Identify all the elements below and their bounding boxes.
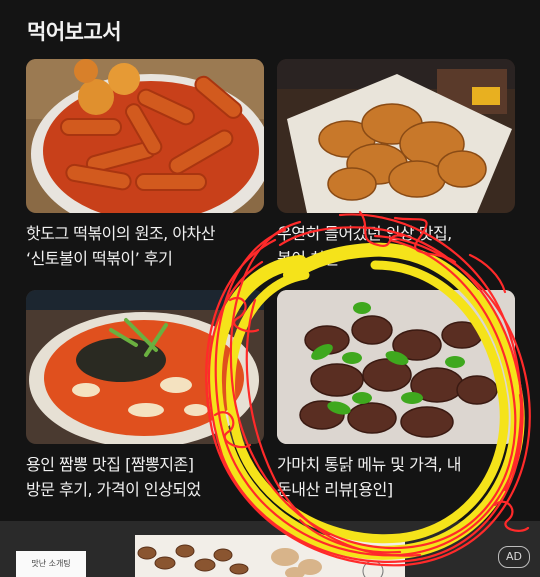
article-thumbnail[interactable] (277, 290, 515, 444)
ad-badge[interactable]: AD (498, 546, 530, 568)
article-thumbnail[interactable] (26, 290, 264, 444)
article-title[interactable]: 핫도그 떡볶이의 원조, 아차산 ‘신토불이 떡볶이’ 후기 (26, 221, 271, 271)
ad-banner[interactable]: 맛난 소개팅 AD (0, 521, 540, 577)
nuts-ad-image[interactable] (135, 535, 405, 577)
spicy-chicken-photo (277, 290, 515, 444)
jjamppong-photo (26, 290, 264, 444)
article-thumbnail[interactable] (26, 59, 264, 213)
tteokbokki-photo (26, 59, 264, 213)
fried-chicken-photo (277, 59, 515, 213)
article-title[interactable]: 가마치 통닭 메뉴 및 가격, 내 돈내산 리뷰[용인] (277, 452, 522, 502)
article-title[interactable]: 우연히 들어갔던 인상 맛집, 봉이 치킨 (277, 221, 522, 271)
article-title[interactable]: 용인 짬뽕 맛집 [짬뽕지존] 방문 후기, 가격이 인상되었 (26, 452, 271, 502)
section-title: 먹어보고서 (27, 20, 122, 44)
eat-review-section: 먹어보고서 핫도그 떡볶이의 원조, 아차산 ‘신토불이 떡볶이’ 후기 우연히… (0, 0, 540, 521)
ad-brand-box[interactable]: 맛난 소개팅 (16, 551, 86, 577)
article-thumbnail[interactable] (277, 59, 515, 213)
